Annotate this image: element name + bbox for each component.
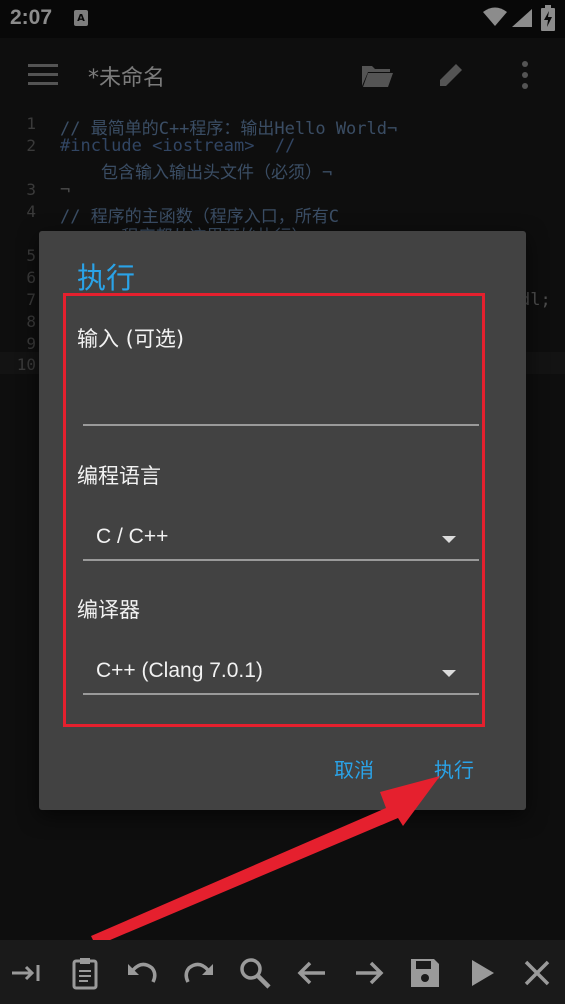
chevron-down-icon[interactable] bbox=[442, 536, 456, 543]
cancel-button[interactable]: 取消 bbox=[334, 754, 374, 783]
language-label: 编程语言 bbox=[77, 464, 161, 488]
arrow-right-icon[interactable] bbox=[352, 956, 386, 990]
undo-icon[interactable] bbox=[125, 956, 159, 990]
arrow-left-icon[interactable] bbox=[295, 956, 329, 990]
run-button[interactable]: 执行 bbox=[434, 754, 474, 783]
close-icon[interactable] bbox=[520, 956, 554, 990]
compiler-select-underline bbox=[83, 693, 479, 695]
tab-icon[interactable] bbox=[10, 956, 44, 990]
compiler-select[interactable]: C++ (Clang 7.0.1) bbox=[96, 659, 263, 683]
stdin-input-underline[interactable] bbox=[83, 424, 479, 426]
bottom-toolbar bbox=[0, 940, 565, 1004]
chevron-down-icon[interactable] bbox=[442, 670, 456, 677]
compiler-label: 编译器 bbox=[77, 598, 140, 622]
clipboard-icon[interactable] bbox=[68, 956, 102, 990]
search-icon[interactable] bbox=[238, 956, 272, 990]
dialog-title: 执行 bbox=[77, 261, 136, 295]
input-label: 输入 (可选) bbox=[77, 327, 185, 351]
play-icon[interactable] bbox=[465, 956, 499, 990]
redo-icon[interactable] bbox=[182, 956, 216, 990]
save-icon[interactable] bbox=[408, 956, 442, 990]
language-select[interactable]: C / C++ bbox=[96, 525, 168, 549]
language-select-underline bbox=[83, 559, 479, 561]
run-dialog: 执行 输入 (可选) 编程语言 C / C++ 编译器 C++ (Clang 7… bbox=[39, 231, 526, 810]
